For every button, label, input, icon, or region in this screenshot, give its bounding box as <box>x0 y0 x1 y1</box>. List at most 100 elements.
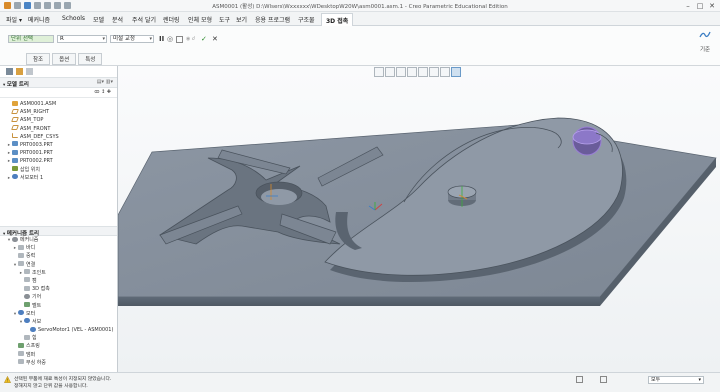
model-tree-item[interactable]: ASM0001.ASM <box>0 100 117 108</box>
folder-browser-icon[interactable] <box>16 68 23 75</box>
tree-item-label: 부싱 하중 <box>26 359 46 366</box>
tab-schools[interactable]: Schools <box>62 15 85 22</box>
part-icon <box>12 157 18 163</box>
tree-item-label: PRT0003.PRT <box>20 141 53 148</box>
tree-item-label: 조인트 <box>32 269 46 276</box>
mechanism-tree-item[interactable]: 캠 <box>0 277 117 285</box>
tab-file[interactable]: 파일 ▾ <box>6 15 22 24</box>
ribbon-subtabs: 참조 옵션 특성 <box>26 53 103 65</box>
tab-model[interactable]: 모델 <box>93 15 104 24</box>
datum-curve-icon <box>699 31 711 38</box>
tab-annotate[interactable]: 주석 달기 <box>132 15 156 24</box>
tab-references[interactable]: 참조 <box>26 53 51 65</box>
model-tree-item[interactable]: ASM_TOP <box>0 116 117 124</box>
connection-icon <box>18 261 24 267</box>
mechanism-tree-item[interactable]: 스프링 <box>0 342 117 350</box>
model-tree-item[interactable]: ▸ 서보모터 1 <box>0 174 117 182</box>
tab-manikin[interactable]: 인체 모형 <box>188 15 212 24</box>
mechanism-tree-item[interactable]: ▸ 바디 <box>0 244 117 252</box>
reference-field-value: R <box>60 36 64 42</box>
reference-field[interactable]: R ▾ <box>57 35 107 43</box>
mechanism-tree-item[interactable]: ▾ 메커니즘 <box>0 236 117 244</box>
tab-render[interactable]: 렌더링 <box>163 15 180 24</box>
mechanism-tree-item[interactable]: 댐퍼 <box>0 351 117 359</box>
selection-collector[interactable]: 단위 선택 <box>8 35 54 43</box>
mechanism-tree-item[interactable]: 중력 <box>0 252 117 260</box>
servo-icon <box>24 318 30 324</box>
mechanism-tree-item[interactable]: ▾ 연결 <box>0 261 117 269</box>
cam-icon <box>24 277 30 283</box>
fullscreen-icon[interactable] <box>600 376 607 383</box>
cancel-button[interactable]: ✕ <box>212 35 218 43</box>
datum-group[interactable]: 기준 <box>698 29 712 53</box>
tree-item-label: 메커니즘 <box>20 237 39 243</box>
contact-ribbon: 단위 선택 R ▾ 미설 교정 ▾ II ◎ ◉ Ꮷ ✓ ✕ 참조 옵션 특성 … <box>0 26 720 66</box>
navigator-panel: ▾ 모델 트리 ▤▾ ▥▾ ꝏ ↕ ✚ ASM0001.ASM ASM_RIGHT… <box>0 66 118 372</box>
csys-icon <box>12 133 18 139</box>
mechanism-tree-item[interactable]: 3D 접촉 <box>0 285 117 293</box>
model-tree-header[interactable]: ▾ 모델 트리 ▤▾ ▥▾ <box>0 78 117 88</box>
belt-icon <box>24 302 30 307</box>
preview-eye-icon[interactable]: ◉ Ꮷ <box>186 35 195 43</box>
mechanism-tree-header[interactable]: ▾ 메커니즘 트리 <box>0 226 117 237</box>
body-icon <box>18 244 24 250</box>
selection-filter-value: 모두 <box>651 377 661 383</box>
mechanism-tree-item[interactable]: 벨트 <box>0 302 117 310</box>
servo-motor-icon <box>12 174 18 180</box>
stop-preview-button[interactable]: ◎ <box>167 35 173 43</box>
model-tree-item[interactable]: 삽입 위치 <box>0 166 117 174</box>
option-dropdown[interactable]: 미설 교정 ▾ <box>110 35 154 43</box>
tree-settings-icon[interactable]: ▤▾ ▥▾ <box>97 79 113 85</box>
datum-plane-icon <box>11 116 19 122</box>
model-tree-tab-icon[interactable] <box>6 68 13 75</box>
status-message-1: 선택된 부품에 재료 특성이 지정되지 않았습니다. <box>14 377 112 382</box>
tree-item-label: 댐퍼 <box>26 351 36 358</box>
tree-search-icon[interactable]: ꝏ ↕ ✚ <box>94 89 111 95</box>
close-button[interactable]: ✕ <box>706 1 718 11</box>
favorites-icon[interactable] <box>26 68 33 75</box>
mechanism-tree-item[interactable]: 힘 <box>0 334 117 342</box>
tab-properties[interactable]: 특성 <box>78 53 103 65</box>
assembly-3d-model <box>118 117 717 306</box>
datum-plane-icon <box>11 125 19 131</box>
gear-icon <box>24 293 30 299</box>
mechanism-tree-item[interactable]: 부싱 하중 <box>0 359 117 367</box>
graphics-window[interactable] <box>118 66 720 372</box>
selection-filter[interactable]: 모두 ▾ <box>648 376 704 384</box>
tab-options[interactable]: 옵션 <box>52 53 77 65</box>
model-tree-item[interactable]: ▸ PRT0003.PRT <box>0 141 117 149</box>
option-dropdown-value: 미설 교정 <box>113 36 135 42</box>
tree-item-label: 모터 <box>26 310 36 317</box>
tab-mechanism[interactable]: 메커니즘 <box>28 15 50 24</box>
tab-applications[interactable]: 응용 프로그램 <box>255 15 290 24</box>
joint-icon <box>24 269 30 275</box>
pause-button[interactable]: II <box>159 35 164 43</box>
mechanism-tree-item[interactable]: ▾ 모터 <box>0 310 117 318</box>
minimize-button[interactable]: – <box>682 1 694 11</box>
tree-item-label: 캠 <box>32 277 37 284</box>
model-tree-item[interactable]: ▸ PRT0002.PRT <box>0 157 117 165</box>
graphics-toolbar-toggle-icon[interactable] <box>576 376 583 383</box>
tab-tools[interactable]: 도구 <box>219 15 230 24</box>
model-tree-item[interactable]: ▸ PRT0001.PRT <box>0 149 117 157</box>
disc-pin[interactable] <box>447 185 477 207</box>
mechanism-tree-item[interactable]: 기어 <box>0 293 117 301</box>
tab-3d-contact[interactable]: 3D 접촉 <box>321 13 354 26</box>
model-tree-item[interactable]: ASM_RIGHT <box>0 108 117 116</box>
model-tree-item[interactable]: ASM_DEF_CSYS <box>0 133 117 141</box>
tab-structure[interactable]: 구조물 <box>298 15 315 24</box>
tab-view[interactable]: 보기 <box>236 15 247 24</box>
tree-item-label: 바디 <box>26 245 36 252</box>
model-tree-item[interactable]: ASM_FRONT <box>0 125 117 133</box>
preview-checkbox[interactable] <box>176 36 183 43</box>
servo-motor-icon <box>30 326 36 332</box>
part-icon <box>12 141 18 147</box>
tree-item-label: 연결 <box>26 261 36 268</box>
mechanism-tree-item[interactable]: ▾ 서보 <box>0 318 117 326</box>
ok-button[interactable]: ✓ <box>201 35 207 43</box>
tab-analysis[interactable]: 분석 <box>112 15 123 24</box>
chevron-down-icon: ▾ <box>698 377 701 383</box>
maximize-button[interactable]: □ <box>694 1 706 11</box>
mechanism-tree-item[interactable]: ServoMotor1 (VEL - ASM0001) <box>0 326 117 334</box>
mechanism-tree-item[interactable]: ▸ 조인트 <box>0 269 117 277</box>
